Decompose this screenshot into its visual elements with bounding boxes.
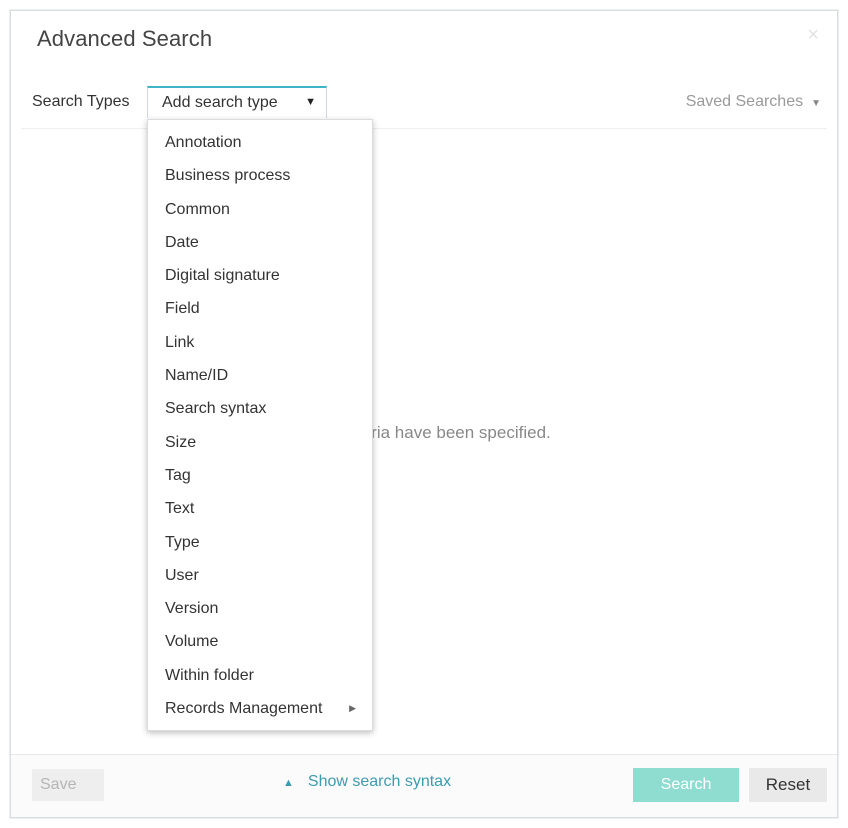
saved-searches-label: Saved Searches (685, 93, 804, 110)
caret-down-icon: ▼ (811, 98, 821, 109)
dropdown-item-name-id[interactable]: Name/ID (148, 359, 372, 392)
add-search-type-label: Add search type (162, 94, 278, 111)
dropdown-item-link[interactable]: Link (148, 326, 372, 359)
dropdown-item-text[interactable]: Text (148, 492, 372, 525)
criteria-area (21, 128, 827, 759)
dropdown-item-date[interactable]: Date (148, 226, 372, 259)
add-search-type-select[interactable]: Add search type ▼ (147, 86, 327, 118)
chevron-up-icon: ▲ (283, 777, 294, 789)
dropdown-item-common[interactable]: Common (148, 193, 372, 226)
dropdown-item-version[interactable]: Version (148, 592, 372, 625)
saved-searches-menu[interactable]: Saved Searches ▼ (686, 93, 821, 111)
show-search-syntax-link[interactable]: ▲ Show search syntax (283, 773, 451, 791)
dropdown-item-annotation[interactable]: Annotation (148, 126, 372, 159)
caret-down-icon: ▼ (305, 96, 316, 108)
dropdown-item-search-syntax[interactable]: Search syntax (148, 392, 372, 425)
dropdown-item-business-process[interactable]: Business process (148, 159, 372, 192)
save-button[interactable]: Save (32, 769, 104, 801)
dropdown-item-digital-signature[interactable]: Digital signature (148, 259, 372, 292)
dialog-title: Advanced Search (37, 26, 213, 51)
dropdown-item-records-management[interactable]: Records Management ▶ (148, 692, 372, 725)
search-button[interactable]: Search (633, 768, 739, 802)
search-type-dropdown: Annotation Business process Common Date … (147, 119, 373, 731)
search-types-label: Search Types (32, 93, 130, 110)
dropdown-item-size[interactable]: Size (148, 426, 372, 459)
dropdown-item-field[interactable]: Field (148, 292, 372, 325)
dropdown-item-type[interactable]: Type (148, 526, 372, 559)
submenu-arrow-icon: ▶ (349, 703, 356, 714)
reset-button[interactable]: Reset (749, 768, 827, 802)
dropdown-item-user[interactable]: User (148, 559, 372, 592)
dialog-footer: Save ▲ Show search syntax Search Reset (11, 754, 837, 817)
dropdown-item-tag[interactable]: Tag (148, 459, 372, 492)
close-icon[interactable]: × (807, 23, 819, 47)
dropdown-item-within-folder[interactable]: Within folder (148, 659, 372, 692)
dropdown-item-volume[interactable]: Volume (148, 625, 372, 658)
advanced-search-dialog: Advanced Search × Search Types Add searc… (10, 10, 838, 818)
